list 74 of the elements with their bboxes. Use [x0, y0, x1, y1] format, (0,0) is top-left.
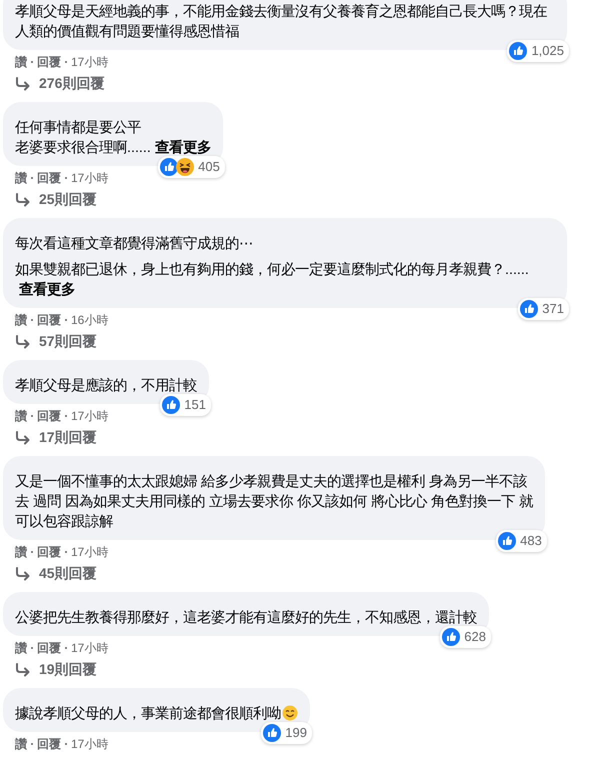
separator-dot	[31, 647, 33, 649]
reaction-count: 151	[184, 397, 206, 413]
reaction-badge[interactable]: 628	[440, 626, 491, 648]
view-replies-link[interactable]: 25則回覆	[39, 191, 97, 209]
separator-dot	[65, 551, 67, 553]
reply-link[interactable]: 回覆	[37, 640, 61, 656]
separator-dot	[65, 177, 67, 179]
view-replies-link[interactable]: 276則回覆	[39, 75, 104, 93]
reaction-badge[interactable]: 199	[261, 722, 312, 744]
reaction-count: 628	[464, 629, 486, 645]
timestamp: 17小時	[71, 640, 108, 656]
separator-dot	[65, 743, 67, 745]
see-more-link[interactable]: 查看更多	[19, 282, 75, 298]
comment-text: 如果雙親都已退休，身上也有夠用的錢，何必一定要這麼制式化的每月孝親費？......	[15, 262, 529, 278]
reaction-count: 483	[520, 533, 542, 549]
view-replies-link[interactable]: 19則回覆	[39, 661, 97, 679]
separator-dot	[31, 177, 33, 179]
separator-dot	[65, 61, 67, 63]
separator-dot	[31, 319, 33, 321]
reply-arrow-icon	[15, 567, 31, 581]
separator-dot	[31, 551, 33, 553]
timestamp: 17小時	[71, 736, 108, 752]
separator-dot	[65, 647, 67, 649]
reply-arrow-icon	[15, 335, 31, 349]
reply-arrow-icon	[15, 77, 31, 91]
comment-text: 公婆把先生教養得那麼好，這老婆才能有這麼好的先生，不知感恩，還計較	[15, 610, 477, 626]
comment-text: 去 過問 因為如果丈夫用同樣的 立場去要求你 你又該如何 將心比心 角色對換一下 就	[15, 494, 533, 510]
reply-link[interactable]: 回覆	[37, 312, 61, 328]
reaction-count: 405	[198, 159, 220, 175]
comment-text: 任何事情都是要公平	[15, 120, 141, 136]
like-link[interactable]: 讚	[15, 736, 27, 752]
reply-arrow-icon	[15, 193, 31, 207]
reply-link[interactable]: 回覆	[37, 170, 61, 186]
reaction-count: 199	[285, 725, 307, 741]
comment-text: 可以包容跟諒解	[15, 514, 113, 530]
timestamp: 17小時	[71, 54, 108, 70]
separator-dot	[31, 743, 33, 745]
like-link[interactable]: 讚	[15, 544, 27, 560]
reply-arrow-icon	[15, 663, 31, 677]
view-replies-link[interactable]: 17則回覆	[39, 429, 97, 447]
comment-text: 孝順父母是天經地義的事，不能用金錢去衡量沒有父養養育之恩都能自己長大嗎？現在人類的價值觀有問題要懂得感恩惜福	[15, 4, 547, 40]
reply-link[interactable]: 回覆	[37, 54, 61, 70]
reaction-badge[interactable]: 371	[518, 298, 569, 320]
separator-dot	[65, 415, 67, 417]
reaction-badge[interactable]: 1,025	[507, 40, 569, 62]
separator-dot	[31, 61, 33, 63]
separator-dot	[65, 319, 67, 321]
see-more-link[interactable]: 查看更多	[154, 140, 211, 156]
like-link[interactable]: 讚	[15, 312, 27, 328]
comment-text: 又是一個不懂事的太太跟媳婦 給多少孝親費是丈夫的選擇也是權利 身為另一半不該	[15, 474, 527, 490]
reaction-badge[interactable]: 483	[496, 530, 547, 552]
reply-link[interactable]: 回覆	[37, 544, 61, 560]
reaction-count: 1,025	[531, 43, 564, 59]
comment-text: 據說孝順父母的人，事業前途都會很順利呦	[15, 706, 281, 722]
reaction-badge[interactable]: 405	[158, 156, 225, 178]
like-link[interactable]: 讚	[15, 640, 27, 656]
reply-link[interactable]: 回覆	[37, 736, 61, 752]
timestamp: 17小時	[71, 544, 108, 560]
view-replies-link[interactable]: 45則回覆	[39, 565, 97, 583]
like-link[interactable]: 讚	[15, 408, 27, 424]
view-replies-link[interactable]: 57則回覆	[39, 333, 97, 351]
reaction-count: 371	[542, 301, 564, 317]
reply-arrow-icon	[15, 431, 31, 445]
comment-text: 每次看這種文章都覺得滿舊守成規的⋯	[15, 236, 254, 252]
comment-text: 孝順父母是應該的，不用計較	[15, 378, 197, 394]
like-link[interactable]: 讚	[15, 54, 27, 70]
timestamp: 16小時	[71, 312, 108, 328]
separator-dot	[31, 415, 33, 417]
timestamp: 17小時	[71, 408, 108, 424]
like-link[interactable]: 讚	[15, 170, 27, 186]
comment-text: 老婆要求很合理啊......	[15, 140, 151, 156]
reaction-badge[interactable]: 151	[160, 394, 211, 416]
timestamp: 17小時	[71, 170, 108, 186]
reply-link[interactable]: 回覆	[37, 408, 61, 424]
